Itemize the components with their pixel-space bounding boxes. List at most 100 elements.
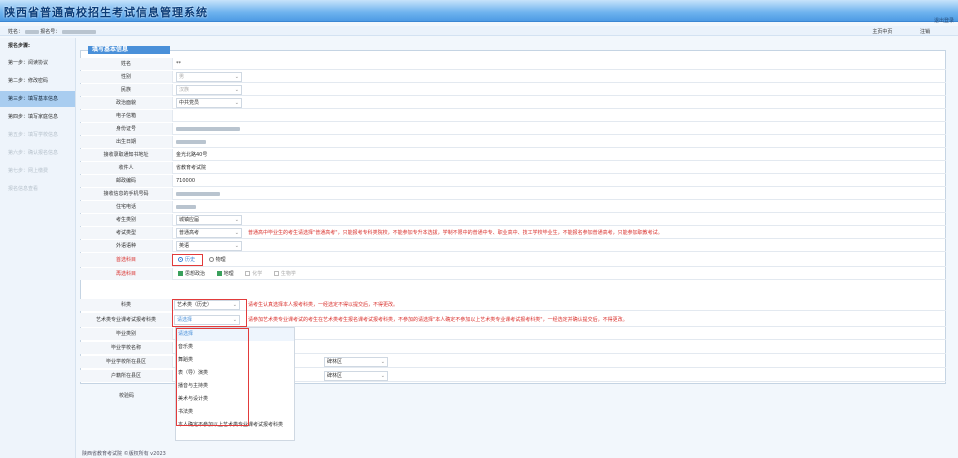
subject-highlight <box>172 299 247 327</box>
exam-category-select[interactable]: 城镇应届 ⌄ <box>176 215 242 225</box>
phone-label: 住宅电话 <box>80 201 173 213</box>
check-chemistry[interactable]: 化学 <box>245 271 262 277</box>
reg-value-redacted <box>61 29 96 34</box>
check-politics[interactable]: 思想政治 <box>178 271 205 277</box>
chevron-down-icon: ⌄ <box>234 100 239 106</box>
exam-type-select[interactable]: 普通高考 ⌄ <box>176 228 242 238</box>
row-idcard: 身份证号 <box>80 123 946 135</box>
gender-value: 男 <box>179 74 185 80</box>
name-label: 姓名： <box>8 29 24 35</box>
step-4[interactable]: 第四步：填写家庭信息 <box>0 109 75 125</box>
mobile-label: 接收信息的手机号码 <box>80 188 173 200</box>
ethnicity-select[interactable]: 汉族 ⌄ <box>176 85 242 95</box>
row-phone: 住宅电话 <box>80 201 946 213</box>
captcha-label: 校验码 <box>118 393 134 399</box>
subject-type-label: 科类 <box>80 299 173 311</box>
logout-link[interactable]: 退出登录 <box>934 17 954 24</box>
check-geography[interactable]: 地理 <box>216 271 234 277</box>
exam-type-label: 考试类型 <box>80 227 173 239</box>
app-title: 陕西省普通高校招生考试信息管理系统 <box>4 6 208 19</box>
row-first-subject: 首选科目 历史 物理 <box>80 253 946 267</box>
name-label: 姓名 <box>80 58 173 70</box>
first-subject-highlight <box>172 254 203 266</box>
row-ethnicity: 民族 汉族 ⌄ <box>80 84 946 96</box>
header-links: 主页中页 注销 <box>846 28 930 35</box>
mobile-value[interactable] <box>176 188 220 200</box>
chevron-down-icon: ⌄ <box>380 359 385 365</box>
recipient-field[interactable]: 省教育考试院 <box>176 162 206 174</box>
mail-address-label: 接收录取通知书地址 <box>80 149 173 161</box>
dropdown-highlight <box>176 328 249 426</box>
foreign-lang-label: 外语语种 <box>80 240 173 252</box>
radio-physics[interactable]: 物理 <box>208 257 226 263</box>
phone-value[interactable] <box>176 201 196 213</box>
row-mail-address: 接收录取通知书地址 金光北路40号 <box>80 149 946 161</box>
political-value: 中共党员 <box>179 100 200 106</box>
second-subject-options: 思想政治 地理 化学 生物学 <box>178 268 296 280</box>
art-category-dropdown: 请选择 音乐类 舞蹈类 表（导）演类 播音与主持类 美术与设计类 书法类 本人确… <box>175 327 295 441</box>
row-political: 政治面貌 中共党员 ⌄ <box>80 97 946 109</box>
school-name-label: 毕业学校名称 <box>80 342 173 354</box>
row-exam-category: 考生类别 城镇应届 ⌄ <box>80 214 946 226</box>
signout-link[interactable]: 注销 <box>920 29 930 35</box>
school-region-select[interactable]: 碑林区 ⌄ <box>324 357 388 367</box>
row-mobile: 接收信息的手机号码 <box>80 188 946 200</box>
step-6: 第六步：确认报名信息 <box>8 150 59 156</box>
first-subject-label: 首选科目 <box>80 253 173 267</box>
second-subject-label: 再选科目 <box>80 268 173 280</box>
subject-type-note: 请考生认真选择本人报考科类，一经选定不得以提交后，不得更改。 <box>248 302 399 308</box>
birthday-value <box>176 136 206 148</box>
steps-title: 报名步骤: <box>8 43 30 49</box>
step-view: 报名信息查看 <box>8 186 39 192</box>
row-postcode: 邮政编码 710000 <box>80 175 946 187</box>
postcode-label: 邮政编码 <box>80 175 173 187</box>
row-foreign-lang: 外语语种 英语 ⌄ <box>80 240 946 252</box>
political-label: 政治面貌 <box>80 97 173 109</box>
foreign-lang-select[interactable]: 英语 ⌄ <box>176 241 242 251</box>
row-email: 电子信箱 <box>80 110 946 122</box>
step-sidebar: 报名步骤: 第一步：阅读协议 第二步：修改密码 第三步：填写基本信息 第四步：填… <box>0 38 76 458</box>
exam-category-label: 考生类别 <box>80 214 173 226</box>
checkbox-icon <box>216 271 222 276</box>
footer-copyright: 陕西省教育考试院 ©版权所有 v2023 <box>82 451 166 457</box>
name-value-redacted <box>24 29 39 34</box>
chevron-down-icon: ⌄ <box>234 230 239 236</box>
art-category-note: 请参加艺术类专业课考试的考生在艺术类考生报名课考试报考科类，不参加的请选择"本人… <box>248 317 628 323</box>
step-5: 第五步：填写学校信息 <box>8 132 59 138</box>
row-exam-type: 考试类型 普通高考 ⌄ 普通高中毕业生的考生请选择"普通高考"，只能报考专科类院校… <box>80 227 946 239</box>
step-7: 第七步：网上缴费 <box>8 168 49 174</box>
exam-category-value: 城镇应届 <box>179 217 200 223</box>
step-1[interactable]: 第一步：阅读协议 <box>0 55 75 71</box>
chevron-down-icon: ⌄ <box>234 217 239 223</box>
household-region-label: 户籍所在县区 <box>80 370 173 382</box>
check-biology[interactable]: 生物学 <box>273 271 296 277</box>
idcard-value <box>176 123 240 135</box>
reg-label: 报名号： <box>40 29 61 35</box>
user-info-bar: 姓名： 报名号： 主页中页 注销 <box>0 26 958 36</box>
row-gender: 性别 男 ⌄ <box>80 71 946 83</box>
exam-type-note: 普通高中毕业生的考生请选择"普通高考"，只能报考专科类院校，不能参加专升本选拔，… <box>248 230 663 236</box>
chevron-down-icon: ⌄ <box>380 373 385 379</box>
row-name: 姓名 ** <box>80 58 946 70</box>
art-category-label: 艺术类专业课考试报考科类 <box>80 313 173 327</box>
step-2[interactable]: 第二步：修改密码 <box>0 73 75 89</box>
postcode-field[interactable]: 710000 <box>176 175 195 187</box>
home-link[interactable]: 主页中页 <box>872 29 892 35</box>
household-region-select[interactable]: 碑林区 ⌄ <box>324 371 388 381</box>
chevron-down-icon: ⌄ <box>234 74 239 80</box>
chevron-down-icon: ⌄ <box>234 243 239 249</box>
title-bar: 陕西省普通高校招生考试信息管理系统 退出登录 <box>0 0 958 24</box>
political-select[interactable]: 中共党员 ⌄ <box>176 98 242 108</box>
checkbox-icon <box>273 271 279 276</box>
mail-address-field[interactable]: 金光北路40号 <box>176 149 207 161</box>
birthday-label: 出生日期 <box>80 136 173 148</box>
gender-label: 性别 <box>80 71 173 83</box>
row-second-subject: 再选科目 思想政治 地理 化学 生物学 <box>80 268 946 280</box>
user-info: 姓名： 报名号： <box>8 28 96 35</box>
checkbox-icon <box>245 271 251 276</box>
foreign-lang-value: 英语 <box>179 243 190 249</box>
ethnicity-value: 汉族 <box>179 87 190 93</box>
grad-category-label: 毕业类别 <box>80 328 173 340</box>
step-3[interactable]: 第三步：填写基本信息 <box>0 91 75 107</box>
gender-select[interactable]: 男 ⌄ <box>176 72 242 82</box>
